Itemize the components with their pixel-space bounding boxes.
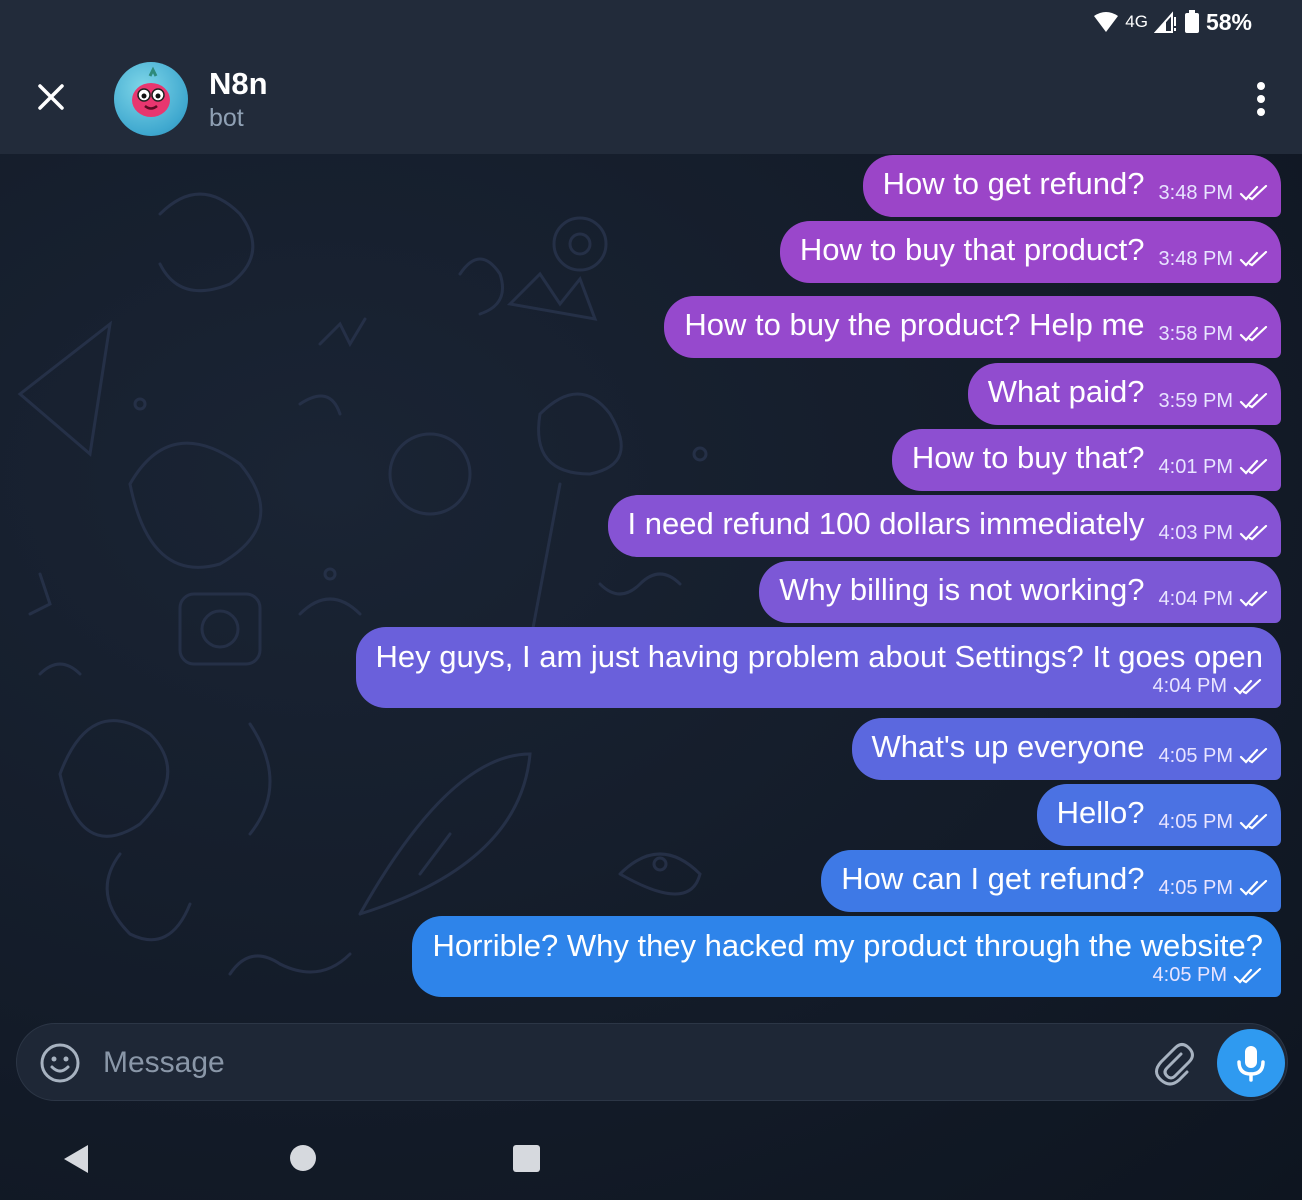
double-check-icon [1239,880,1268,896]
message-composer [16,1023,1288,1101]
status-icons: 4G 58% [1093,8,1252,36]
avatar-mascot-icon [132,66,170,117]
message-text: I need refund 100 dollars immediately [627,506,1145,541]
message-bubble[interactable]: How to get refund? 3:48 PM [862,155,1281,217]
message-bubble[interactable]: How can I get refund? 4:05 PM [821,850,1281,912]
double-check-icon [1233,678,1262,695]
double-check-icon [1239,326,1268,342]
double-check-icon [1239,814,1268,830]
message-time: 4:03 PM [1158,521,1233,544]
home-button[interactable] [290,1145,316,1171]
message-meta: 4:05 PM [432,964,1263,987]
message-time: 4:04 PM [1158,587,1233,610]
message-text: Hey guys, I am just having problem about… [375,639,1263,674]
message-meta: 4:05 PM [1159,745,1269,768]
chat-title[interactable]: N8n [209,66,268,102]
message-meta: 4:04 PM [376,675,1263,698]
message-bubble[interactable]: Horrible? Why they hacked my product thr… [412,916,1281,997]
message-meta: 4:03 PM [1159,522,1269,545]
more-vertical-icon [1257,82,1265,90]
message-time: 4:05 PM [1152,964,1227,986]
message-bubble[interactable]: Hello? 4:05 PM [1036,784,1281,846]
message-time: 3:48 PM [1158,181,1233,204]
message-list[interactable]: How to get refund? 3:48 PM How to buy th… [0,154,1302,1024]
more-options-button[interactable] [1246,76,1276,122]
message-time: 3:48 PM [1158,247,1233,270]
message-text: How to get refund? [882,166,1145,201]
double-check-icon [1233,967,1262,984]
paperclip-icon [1155,1043,1194,1086]
message-meta: 4:05 PM [1159,877,1269,900]
message-meta: 4:05 PM [1159,811,1269,834]
message-meta: 3:59 PM [1159,390,1269,413]
message-text: Hello? [1056,795,1145,830]
message-time: 3:59 PM [1158,389,1233,412]
message-text: Why billing is not working? [779,572,1145,607]
system-navigation-bar [0,1110,1302,1200]
wifi-icon [1094,12,1119,32]
double-check-icon [1239,251,1268,267]
voice-record-button[interactable] [1217,1029,1285,1097]
double-check-icon [1239,185,1268,201]
battery-percent: 58% [1205,8,1252,35]
chat-header: N8n bot [0,44,1302,154]
recent-apps-button[interactable] [513,1145,540,1172]
message-time: 4:05 PM [1158,744,1233,767]
message-bubble[interactable]: Why billing is not working? 4:04 PM [759,561,1281,623]
message-text: How to buy the product? Help me [684,307,1145,342]
double-check-icon [1239,459,1268,475]
close-icon [38,84,64,110]
message-text: How to buy that product? [799,232,1145,267]
close-button[interactable] [28,74,74,120]
chat-subtitle: bot [209,104,244,132]
message-input[interactable] [103,1038,1123,1088]
double-check-icon [1239,591,1268,607]
signal-icon [1153,11,1176,33]
message-text: How to buy that? [911,440,1145,475]
attach-button[interactable] [1151,1040,1197,1086]
double-check-icon [1239,393,1268,409]
message-text: Horrible? Why they hacked my product thr… [432,928,1263,963]
network-type: 4G [1125,12,1148,31]
message-time: 4:05 PM [1158,810,1233,833]
message-text: What's up everyone [871,729,1145,764]
message-meta: 3:58 PM [1159,323,1269,346]
message-bubble[interactable]: What paid? 3:59 PM [967,363,1281,425]
message-meta: 4:01 PM [1159,456,1269,479]
message-time: 4:04 PM [1152,675,1227,697]
bot-avatar[interactable] [114,62,188,136]
message-bubble[interactable]: What's up everyone 4:05 PM [851,718,1281,780]
back-icon[interactable] [62,1143,90,1175]
message-bubble[interactable]: Hey guys, I am just having problem about… [355,627,1281,708]
message-time: 3:58 PM [1158,322,1233,345]
message-text: What paid? [987,374,1145,409]
message-meta: 4:04 PM [1159,588,1269,611]
message-text: How can I get refund? [841,861,1145,896]
double-check-icon [1239,748,1268,764]
telegram-chat-screen: 4G 58% N8n bot How to get refund? 3:48 P… [0,0,1302,1200]
status-bar: 4G 58% [0,0,1302,44]
message-bubble[interactable]: How to buy the product? Help me 3:58 PM [664,296,1281,358]
message-meta: 3:48 PM [1159,248,1269,271]
double-check-icon [1239,525,1268,541]
battery-icon [1184,10,1199,33]
emoji-icon [40,1043,80,1083]
message-bubble[interactable]: How to buy that product? 3:48 PM [779,221,1281,283]
message-bubble[interactable]: How to buy that? 4:01 PM [891,429,1281,491]
microphone-icon [1237,1046,1265,1082]
message-meta: 3:48 PM [1159,182,1269,205]
message-time: 4:05 PM [1158,876,1233,899]
message-bubble[interactable]: I need refund 100 dollars immediately 4:… [607,495,1281,557]
emoji-button[interactable] [39,1042,81,1084]
message-time: 4:01 PM [1158,455,1233,478]
